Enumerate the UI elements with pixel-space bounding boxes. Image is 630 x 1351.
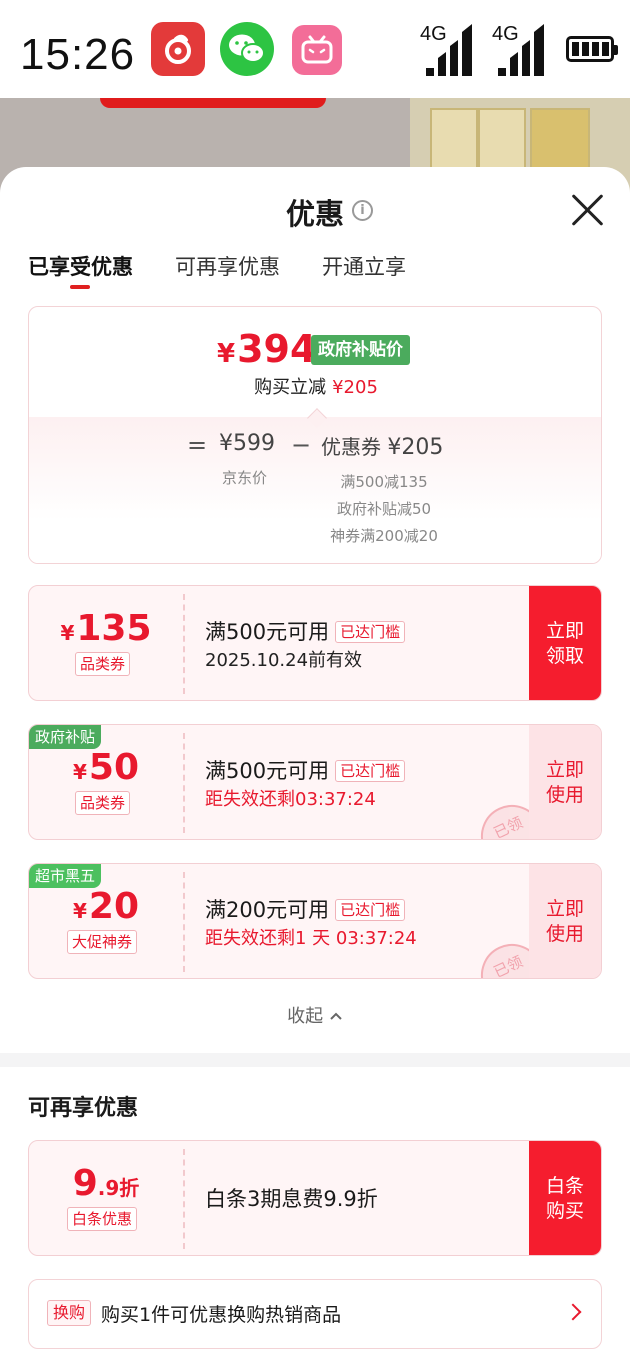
section-title: 可再享优惠: [28, 1096, 139, 1121]
coupon-condition: 满500元可用 已达门槛: [205, 616, 406, 646]
coupon-condition: 满200元可用 已达门槛: [205, 894, 406, 924]
offer-type: 白条优惠: [67, 1207, 138, 1231]
use-button[interactable]: 立即 使用: [529, 864, 601, 978]
claim-button[interactable]: 立即 领取: [529, 586, 601, 700]
svg-text:4G: 4G: [420, 23, 447, 45]
swap-tag: 换购: [47, 1300, 92, 1326]
instant-cut: 购买立减 ¥205: [254, 377, 378, 398]
discount-detail: 满500减135: [340, 473, 428, 491]
equals-sign: =: [187, 431, 208, 459]
coupon-amount: ¥50: [72, 747, 140, 788]
coupon-countdown: 距失效还剩1 天 03:37:24: [205, 928, 417, 949]
baitiao-buy-button[interactable]: 白条 购买: [529, 1141, 601, 1255]
netease-music-icon: [151, 22, 205, 76]
sheet-title: 优惠: [285, 197, 344, 231]
tab-enjoyed[interactable]: 已享受优惠: [28, 251, 133, 291]
section-divider: [0, 1053, 630, 1067]
chevron-right-icon: [564, 1303, 582, 1321]
coupon-card: 超市黑五 ¥20 大促神券 满200元可用 已达门槛 距失效还剩1 天 03:37…: [28, 863, 602, 979]
price-summary-card: ¥394 政府补贴价 购买立减 ¥205 = ¥599 京东价 − 优惠券 ¥20…: [28, 306, 602, 564]
coupon-validity: 2025.10.24前有效: [205, 650, 363, 671]
wechat-icon: [220, 22, 274, 76]
coupon-card: ¥135 品类券 满500元可用 已达门槛 2025.10.24前有效 立即 领取: [28, 585, 602, 701]
swap-offer-row[interactable]: 换购 购买1件可优惠换购热销商品: [28, 1279, 602, 1349]
discount-sheet: 优惠 i 已享受优惠 可再享优惠 开通立享 ¥394 政府补贴价 购买立减 ¥20…: [0, 167, 630, 1351]
chevron-up-icon: [330, 1012, 342, 1020]
tab-bar: 已享受优惠 可再享优惠 开通立享: [28, 251, 406, 291]
minus-sign: −: [291, 431, 312, 459]
tab-activate[interactable]: 开通立享: [322, 251, 406, 291]
original-price: ¥599: [219, 431, 275, 456]
offer-description: 白条3期息费9.9折: [205, 1187, 378, 1211]
threshold-reached-tag: 已达门槛: [335, 621, 406, 643]
coupon-condition: 满500元可用 已达门槛: [205, 755, 406, 785]
swap-text: 购买1件可优惠换购热销商品: [101, 1304, 342, 1326]
collapse-button[interactable]: 收起: [0, 1002, 630, 1028]
coupon-countdown: 距失效还剩03:37:24: [205, 789, 376, 810]
use-button[interactable]: 立即 使用: [529, 725, 601, 839]
threshold-reached-tag: 已达门槛: [335, 760, 406, 782]
coupon-amount: ¥135: [60, 608, 152, 649]
coupon-type: 品类券: [75, 791, 131, 815]
discount-detail: 神券满200减20: [330, 527, 438, 545]
coupon-card: 政府补贴 ¥50 品类券 满500元可用 已达门槛 距失效还剩03:37:24 已…: [28, 724, 602, 840]
coupon-amount: ¥20: [72, 886, 140, 927]
coupon-type: 大促神券: [67, 930, 138, 954]
battery-icon: [566, 36, 618, 62]
close-button[interactable]: [570, 193, 604, 227]
svg-text:4G: 4G: [492, 23, 519, 45]
baitiao-offer-card: 9.9折 白条优惠 白条3期息费9.9折 白条 购买: [28, 1140, 602, 1256]
status-bar: 15:26 4G 4G: [0, 0, 630, 98]
tab-more-available[interactable]: 可再享优惠: [175, 251, 280, 291]
clock: 15:26: [20, 30, 136, 79]
final-price: ¥394: [217, 327, 317, 371]
threshold-reached-tag: 已达门槛: [335, 899, 406, 921]
coupon-total: 优惠券 ¥205: [321, 435, 444, 460]
bilibili-icon: [292, 25, 342, 75]
gov-subsidy-badge: 政府补贴价: [311, 335, 410, 365]
discount-rate: 9.9折: [72, 1163, 140, 1204]
original-price-label: 京东价: [222, 469, 268, 487]
cellular-signal-icon: 4G: [418, 20, 476, 78]
cellular-signal-icon: 4G: [490, 20, 548, 78]
discount-detail: 政府补贴减50: [336, 500, 432, 518]
info-icon[interactable]: i: [352, 200, 373, 221]
coupon-type: 品类券: [75, 652, 131, 676]
